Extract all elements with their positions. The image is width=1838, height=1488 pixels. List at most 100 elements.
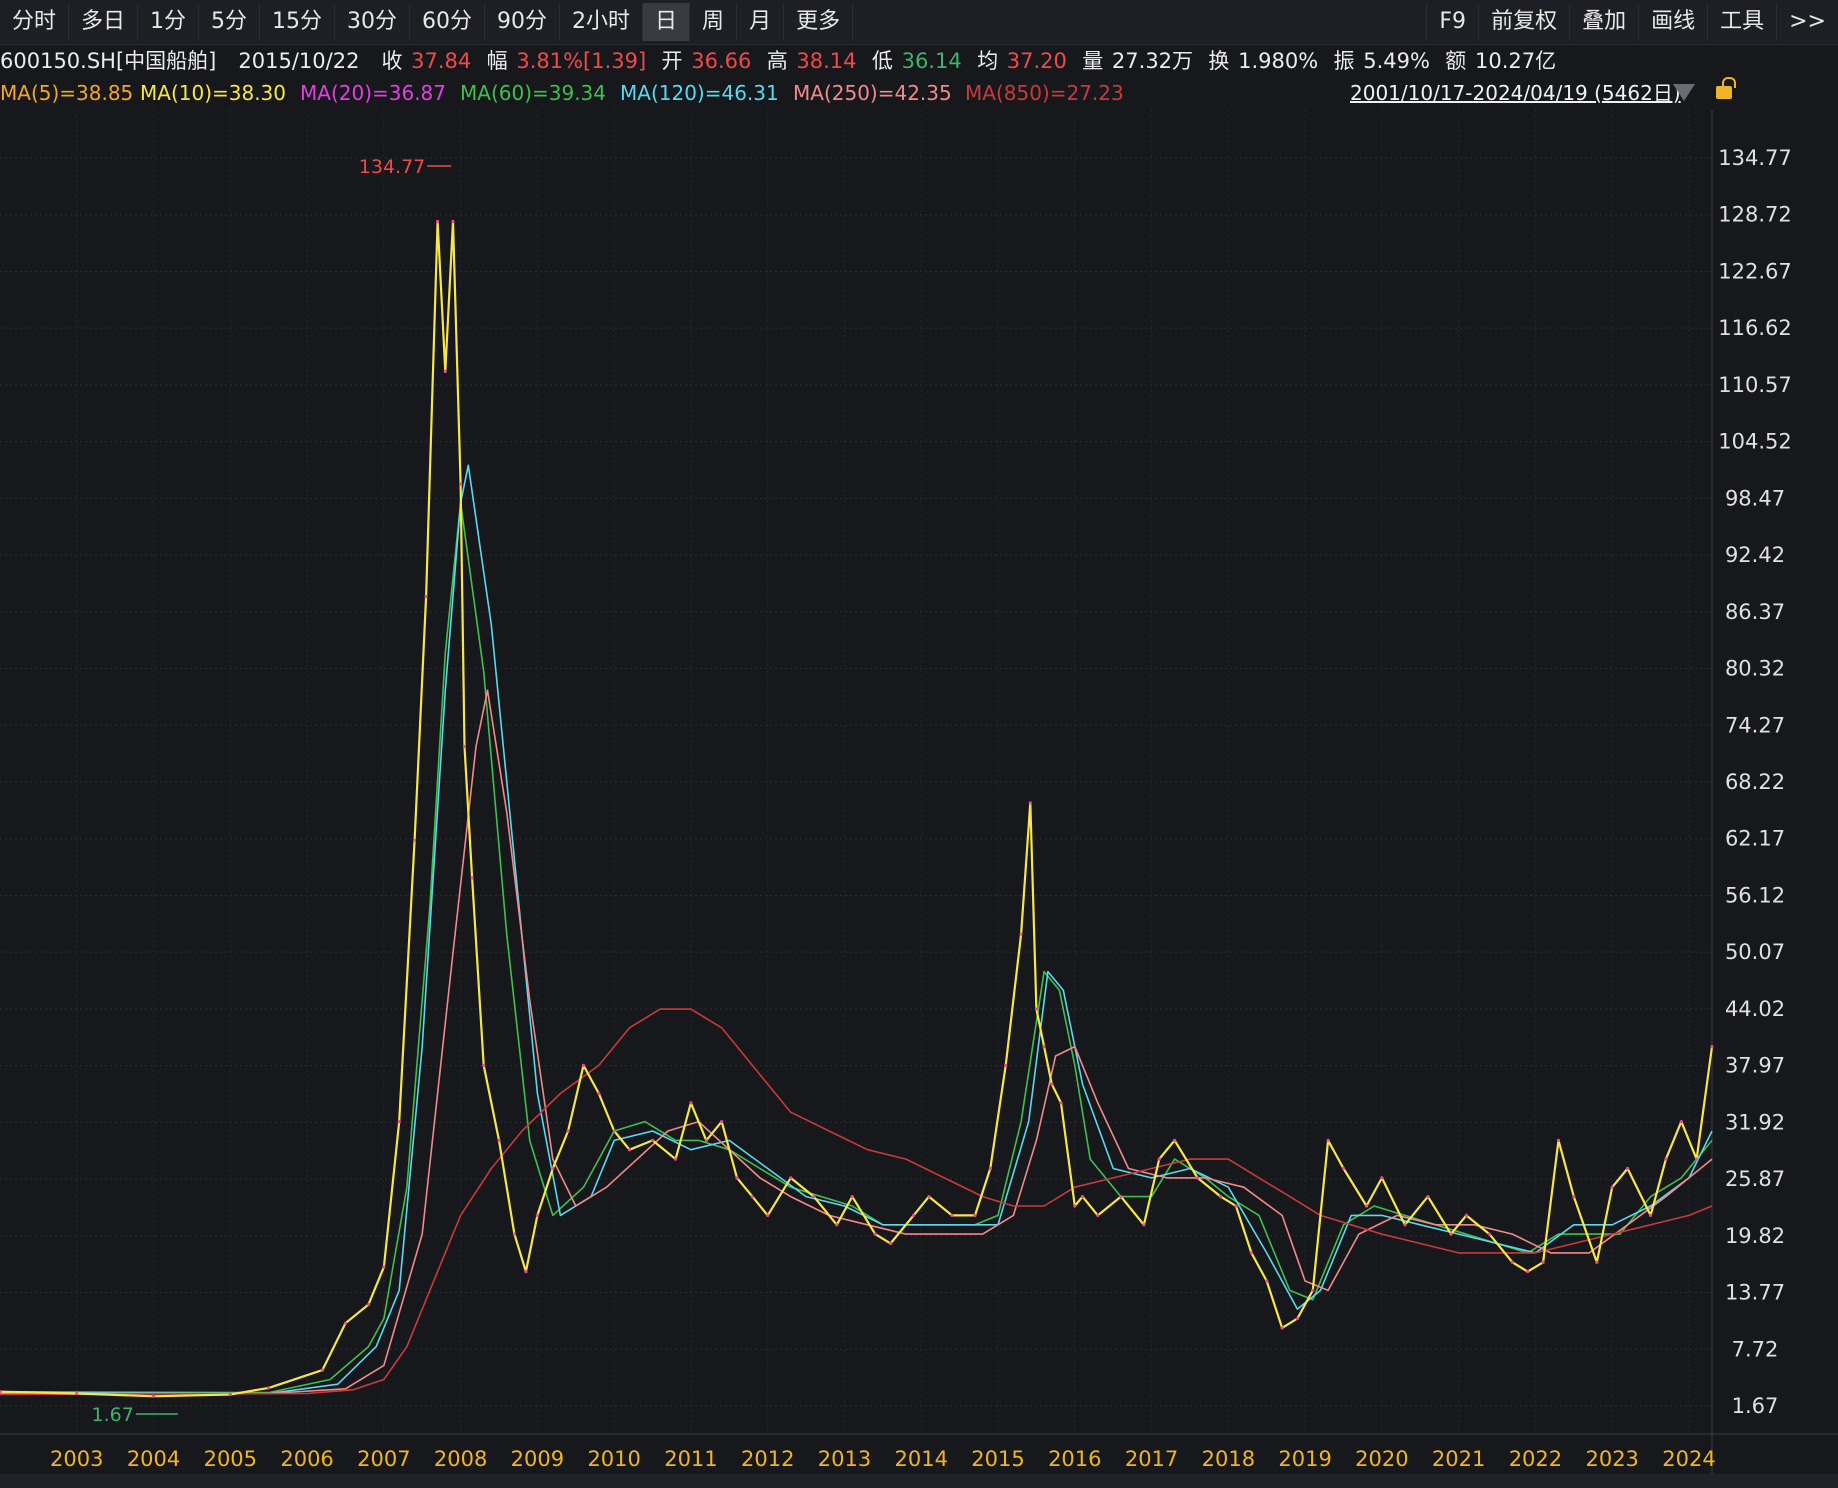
y-tick-label: 98.47 bbox=[1725, 486, 1785, 510]
price-point bbox=[766, 1213, 770, 1217]
y-tick-label: 134.77 bbox=[1718, 146, 1791, 170]
x-tick-label: 2008 bbox=[434, 1447, 487, 1471]
low-label: 低 bbox=[871, 49, 893, 73]
stock-code: 600150.SH[中国船舶] bbox=[0, 49, 217, 73]
price-point bbox=[459, 482, 463, 486]
price-point bbox=[443, 369, 447, 374]
tool-button-0[interactable]: F9 bbox=[1426, 3, 1478, 41]
x-tick-label: 2024 bbox=[1662, 1447, 1715, 1471]
price-point bbox=[1464, 1213, 1468, 1217]
bottom-bar bbox=[0, 1474, 1838, 1488]
date-range[interactable]: 2001/10/17-2024/04/19 (5462日) bbox=[1350, 78, 1681, 108]
price-point bbox=[1648, 1213, 1653, 1217]
y-tick-label: 44.02 bbox=[1725, 997, 1785, 1021]
price-point bbox=[720, 1120, 724, 1124]
price-point bbox=[1403, 1223, 1407, 1227]
price-point bbox=[612, 1129, 616, 1133]
period-tab-3[interactable]: 5分 bbox=[199, 3, 261, 41]
price-point bbox=[1625, 1166, 1630, 1171]
tool-button-5[interactable]: >> bbox=[1776, 3, 1838, 41]
price-point bbox=[581, 1063, 586, 1067]
price-point bbox=[320, 1368, 325, 1372]
y-tick-label: 104.52 bbox=[1718, 430, 1791, 454]
price-point bbox=[1059, 1101, 1063, 1105]
price-point bbox=[1341, 1166, 1346, 1171]
x-tick-label: 2009 bbox=[511, 1447, 564, 1471]
amount-value: 10.27亿 bbox=[1474, 49, 1557, 73]
period-tab-4[interactable]: 15分 bbox=[260, 3, 336, 41]
open-value: 36.66 bbox=[691, 49, 752, 73]
period-tab-8[interactable]: 2小时 bbox=[560, 3, 644, 41]
x-tick-label: 2014 bbox=[895, 1447, 948, 1471]
price-point bbox=[1050, 1082, 1054, 1086]
price-point bbox=[1142, 1223, 1146, 1227]
close-label: 收 bbox=[381, 49, 403, 73]
price-point bbox=[1679, 1120, 1683, 1124]
range-dropdown-icon[interactable] bbox=[1673, 84, 1695, 101]
price-point bbox=[512, 1232, 516, 1236]
period-tab-2[interactable]: 1分 bbox=[138, 3, 200, 41]
period-tab-12[interactable]: 更多 bbox=[784, 3, 854, 41]
ma10-legend: MA(10)=38.30 bbox=[140, 81, 287, 105]
volume-value: 27.32万 bbox=[1111, 49, 1194, 73]
ma20-legend: MA(20)=36.87 bbox=[300, 81, 447, 105]
tool-button-2[interactable]: 叠加 bbox=[1569, 3, 1638, 41]
period-tab-6[interactable]: 60分 bbox=[410, 3, 486, 41]
price-point bbox=[1595, 1260, 1599, 1264]
tool-button-1[interactable]: 前复权 bbox=[1478, 3, 1569, 41]
price-point bbox=[566, 1129, 570, 1133]
period-tab-7[interactable]: 90分 bbox=[485, 3, 561, 41]
price-point bbox=[1572, 1195, 1576, 1199]
y-tick-label: 74.27 bbox=[1725, 713, 1785, 737]
price-chart[interactable]: 134.77 128.72 122.67 116.62 110.57 104.52 98.4… bbox=[0, 110, 1838, 1474]
ma250-legend: MA(250)=42.35 bbox=[793, 81, 952, 105]
period-tab-1[interactable]: 多日 bbox=[69, 3, 139, 41]
price-point bbox=[366, 1302, 371, 1307]
y-tick-label: 56.12 bbox=[1725, 883, 1785, 907]
price-point bbox=[1073, 1204, 1077, 1208]
period-tab-10[interactable]: 周 bbox=[690, 3, 738, 41]
x-tick-label: 2004 bbox=[127, 1447, 180, 1471]
price-point bbox=[1196, 1176, 1200, 1180]
price-point bbox=[1042, 1045, 1046, 1049]
price-point bbox=[597, 1091, 601, 1096]
series-ma250 bbox=[0, 689, 1713, 1395]
price-point bbox=[1695, 1157, 1699, 1161]
price-point bbox=[228, 1392, 232, 1397]
x-tick-label: 2012 bbox=[741, 1447, 794, 1471]
series-ma120 bbox=[0, 464, 1713, 1395]
y-tick-label: 37.97 bbox=[1725, 1054, 1785, 1078]
price-point bbox=[1510, 1260, 1514, 1264]
price-point bbox=[75, 1391, 79, 1396]
low-value: 36.14 bbox=[901, 49, 962, 73]
x-tick-label: 2010 bbox=[587, 1447, 640, 1471]
x-tick-label: 2003 bbox=[50, 1447, 103, 1471]
amount-label: 额 bbox=[1445, 49, 1467, 73]
y-tick-label: 7.72 bbox=[1732, 1337, 1779, 1361]
price-point bbox=[1541, 1260, 1545, 1264]
y-tick-label: 19.82 bbox=[1725, 1224, 1785, 1248]
price-point bbox=[1265, 1279, 1269, 1283]
price-point bbox=[927, 1195, 931, 1199]
period-tab-11[interactable]: 月 bbox=[737, 3, 785, 41]
tool-button-4[interactable]: 工具 bbox=[1707, 3, 1776, 41]
period-tab-0[interactable]: 分时 bbox=[0, 3, 70, 41]
y-tick-label: 62.17 bbox=[1725, 827, 1785, 851]
avg-value: 37.20 bbox=[1006, 49, 1067, 73]
price-point bbox=[735, 1176, 739, 1180]
lock-icon[interactable] bbox=[1716, 77, 1736, 99]
price-point bbox=[551, 1166, 555, 1171]
price-point bbox=[1326, 1138, 1330, 1142]
price-point bbox=[412, 838, 417, 842]
price-point bbox=[1280, 1326, 1284, 1330]
period-tab-9[interactable]: 日 bbox=[643, 3, 691, 41]
x-tick-label: 2017 bbox=[1125, 1447, 1178, 1471]
price-point bbox=[1080, 1195, 1085, 1199]
tool-button-3[interactable]: 画线 bbox=[1638, 3, 1707, 41]
price-point bbox=[535, 1213, 539, 1217]
annotation-low: 1.67 bbox=[92, 1404, 134, 1426]
price-point bbox=[343, 1321, 348, 1325]
period-tab-5[interactable]: 30分 bbox=[335, 3, 411, 41]
price-point bbox=[470, 876, 474, 880]
y-tick-label: 68.22 bbox=[1725, 770, 1785, 794]
